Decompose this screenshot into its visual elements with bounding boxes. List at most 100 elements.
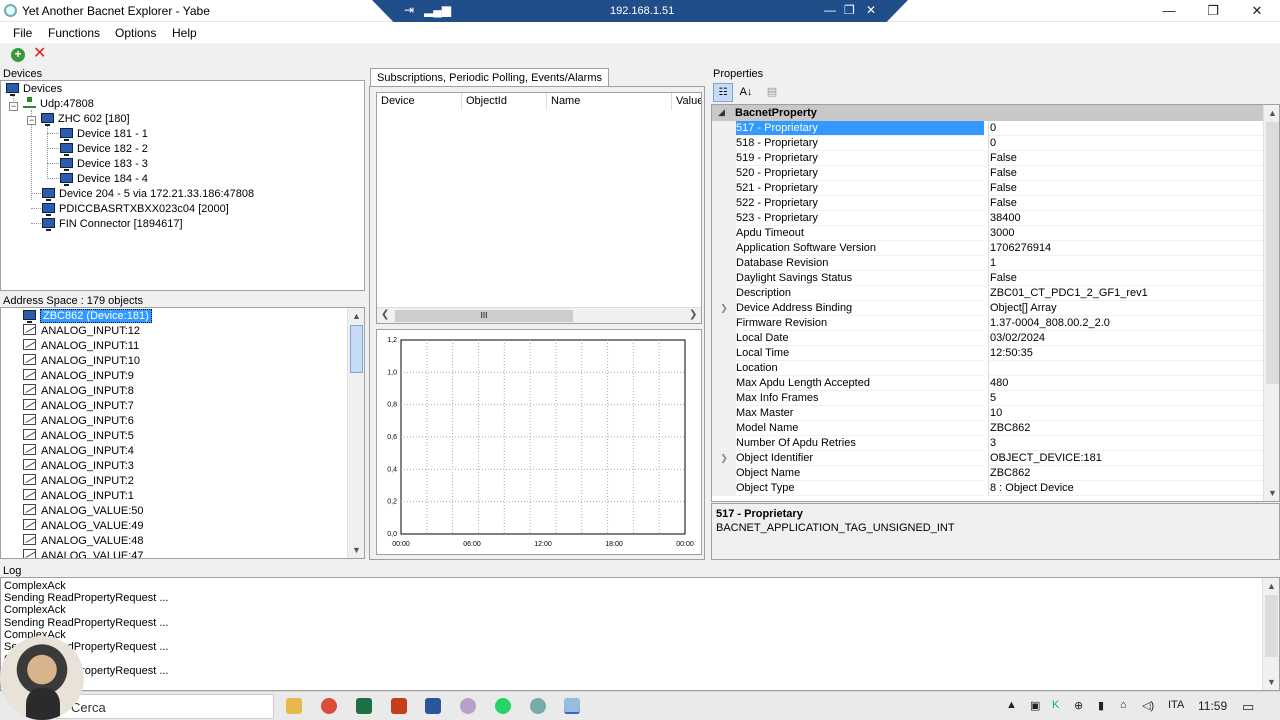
object-item[interactable]: ANALOG_INPUT:8 bbox=[23, 384, 134, 399]
collapse-udp-toggle[interactable]: − bbox=[9, 102, 18, 111]
property-value[interactable]: False bbox=[988, 166, 1264, 181]
scroll-up-icon[interactable]: ▲ bbox=[348, 308, 364, 324]
notifications-icon[interactable]: ▭ bbox=[1242, 699, 1254, 715]
column-objectid[interactable]: ObjectId bbox=[462, 93, 547, 110]
close-button[interactable]: ✕ bbox=[1234, 1, 1280, 21]
object-item[interactable]: ANALOG_INPUT:4 bbox=[23, 444, 134, 459]
property-value[interactable]: 10 bbox=[988, 406, 1264, 421]
object-item[interactable]: ANALOG_VALUE:47 bbox=[23, 549, 144, 558]
add-device-icon[interactable]: + bbox=[11, 48, 25, 62]
property-value[interactable]: 12:50:35 bbox=[988, 346, 1264, 361]
log-textbox[interactable]: ComplexAck Sending ReadPropertyRequest ..… bbox=[0, 577, 1280, 691]
scroll-down-icon[interactable]: ▼ bbox=[1263, 674, 1279, 690]
scroll-thumb[interactable] bbox=[350, 325, 363, 373]
battery-icon[interactable]: ▮ bbox=[1098, 699, 1104, 712]
remove-device-icon[interactable]: ✕ bbox=[33, 46, 47, 62]
drive-icon[interactable]: ▲ bbox=[1006, 699, 1017, 711]
property-row[interactable]: Location bbox=[712, 361, 1264, 376]
file-explorer-icon[interactable] bbox=[286, 698, 302, 714]
property-value[interactable]: OBJECT_DEVICE:181 bbox=[988, 451, 1264, 466]
tree-device-zhc[interactable]: ZHC 602 [180] bbox=[41, 112, 130, 127]
subscriptions-hscrollbar[interactable]: ❮ III ❯ bbox=[377, 307, 701, 323]
tree-root-devices[interactable]: Devices bbox=[6, 82, 62, 97]
property-row[interactable]: 517 - Proprietary 0 bbox=[712, 121, 1264, 136]
network-icon[interactable]: ⌂ bbox=[1120, 699, 1127, 711]
property-row[interactable]: Local Time 12:50:35 bbox=[712, 346, 1264, 361]
property-value[interactable]: ZBC862 bbox=[988, 466, 1264, 481]
object-item[interactable]: ANALOG_INPUT:5 bbox=[23, 429, 134, 444]
menu-file[interactable]: File bbox=[13, 26, 32, 40]
property-row[interactable]: Max Master 10 bbox=[712, 406, 1264, 421]
scroll-up-icon[interactable]: ▲ bbox=[1264, 105, 1279, 121]
property-value[interactable]: Object[] Array bbox=[988, 301, 1264, 316]
rd-close-icon[interactable]: ✕ bbox=[866, 3, 876, 17]
taskbar-search[interactable]: Cerca bbox=[56, 694, 274, 719]
collapse-category-icon[interactable]: ◢ bbox=[718, 107, 725, 118]
app-icon[interactable] bbox=[460, 698, 476, 714]
object-item[interactable]: ANALOG_INPUT:12 bbox=[23, 324, 140, 339]
column-value[interactable]: Value bbox=[672, 93, 701, 110]
minimize-button[interactable]: — bbox=[1146, 1, 1192, 21]
object-item[interactable]: ANALOG_INPUT:2 bbox=[23, 474, 134, 489]
tree-device-fin[interactable]: FIN Connector [1894617] bbox=[42, 217, 183, 232]
property-value[interactable]: 1.37-0004_808.00.2_2.0 bbox=[988, 316, 1264, 331]
property-row[interactable]: 523 - Proprietary 38400 bbox=[712, 211, 1264, 226]
chrome-icon[interactable] bbox=[321, 698, 337, 714]
language-indicator[interactable]: ITA bbox=[1168, 699, 1184, 711]
address-space-scrollbar[interactable]: ▲ ▼ bbox=[347, 308, 364, 558]
property-row[interactable]: ❯ Object Identifier OBJECT_DEVICE:181 bbox=[712, 451, 1264, 466]
object-item[interactable]: ANALOG_INPUT:7 bbox=[23, 399, 134, 414]
tray-globe-icon[interactable]: ⊕ bbox=[1074, 699, 1083, 712]
whatsapp-icon[interactable] bbox=[495, 698, 511, 714]
property-row[interactable]: Max Apdu Length Accepted 480 bbox=[712, 376, 1264, 391]
tray-k-icon[interactable]: K bbox=[1052, 699, 1059, 711]
expand-property-icon[interactable]: ❯ bbox=[712, 301, 736, 316]
property-row[interactable]: Local Date 03/02/2024 bbox=[712, 331, 1264, 346]
rd-minimize-icon[interactable]: — bbox=[824, 3, 836, 17]
property-value[interactable]: 3 bbox=[988, 436, 1264, 451]
excel-icon[interactable] bbox=[356, 698, 372, 714]
property-row[interactable]: Max Info Frames 5 bbox=[712, 391, 1264, 406]
property-row[interactable]: Daylight Savings Status False bbox=[712, 271, 1264, 286]
property-pages-icon[interactable]: ▤ bbox=[762, 83, 782, 102]
scroll-up-icon[interactable]: ▲ bbox=[1263, 578, 1279, 594]
tree-device-pdic[interactable]: PDICCBASRTXBXX023c04 [2000] bbox=[42, 202, 229, 217]
scroll-down-icon[interactable]: ▼ bbox=[1264, 485, 1279, 501]
tree-device-181[interactable]: Device 181 - 1 bbox=[60, 127, 148, 142]
column-name[interactable]: Name bbox=[547, 93, 672, 110]
scroll-down-icon[interactable]: ▼ bbox=[348, 542, 364, 558]
property-value[interactable]: False bbox=[988, 196, 1264, 211]
object-item[interactable]: ANALOG_VALUE:48 bbox=[23, 534, 144, 549]
property-value[interactable]: 1706276914 bbox=[988, 241, 1264, 256]
word-icon[interactable] bbox=[425, 698, 441, 714]
property-value[interactable]: 3000 bbox=[988, 226, 1264, 241]
maximize-button[interactable]: ❐ bbox=[1190, 1, 1236, 21]
property-category[interactable]: ◢ BacnetProperty bbox=[712, 105, 1264, 121]
object-item[interactable]: ANALOG_INPUT:11 bbox=[23, 339, 139, 354]
property-scrollbar[interactable]: ▲ ▼ bbox=[1263, 105, 1279, 501]
categorized-icon[interactable]: ☷ bbox=[713, 83, 733, 102]
property-value[interactable]: False bbox=[988, 181, 1264, 196]
property-value[interactable]: 03/02/2024 bbox=[988, 331, 1264, 346]
property-row[interactable]: ❯ Device Address Binding Object[] Array bbox=[712, 301, 1264, 316]
tree-udp-port[interactable]: Udp:47808 bbox=[23, 97, 94, 112]
property-value[interactable]: 38400 bbox=[988, 211, 1264, 226]
object-item[interactable]: ANALOG_VALUE:50 bbox=[23, 504, 144, 519]
property-value[interactable]: False bbox=[988, 151, 1264, 166]
tree-device-182[interactable]: Device 182 - 2 bbox=[60, 142, 148, 157]
object-item[interactable]: ANALOG_INPUT:3 bbox=[23, 459, 134, 474]
property-value[interactable]: 8 : Object Device bbox=[988, 481, 1264, 496]
alphabetical-icon[interactable]: A↓ bbox=[736, 83, 756, 102]
property-row[interactable]: 519 - Proprietary False bbox=[712, 151, 1264, 166]
object-item[interactable]: ANALOG_INPUT:10 bbox=[23, 354, 140, 369]
property-row[interactable]: Number Of Apdu Retries 3 bbox=[712, 436, 1264, 451]
clock[interactable]: 11:59 bbox=[1198, 699, 1227, 713]
property-value[interactable] bbox=[988, 361, 1264, 376]
property-value[interactable]: 1 bbox=[988, 256, 1264, 271]
object-item[interactable]: ANALOG_INPUT:1 bbox=[23, 489, 134, 504]
hscroll-thumb[interactable]: III bbox=[395, 310, 573, 322]
property-value[interactable]: 480 bbox=[988, 376, 1264, 391]
property-value[interactable]: 5 bbox=[988, 391, 1264, 406]
collapse-zhc-toggle[interactable]: − bbox=[27, 116, 36, 125]
property-value[interactable]: ZBC862 bbox=[988, 421, 1264, 436]
